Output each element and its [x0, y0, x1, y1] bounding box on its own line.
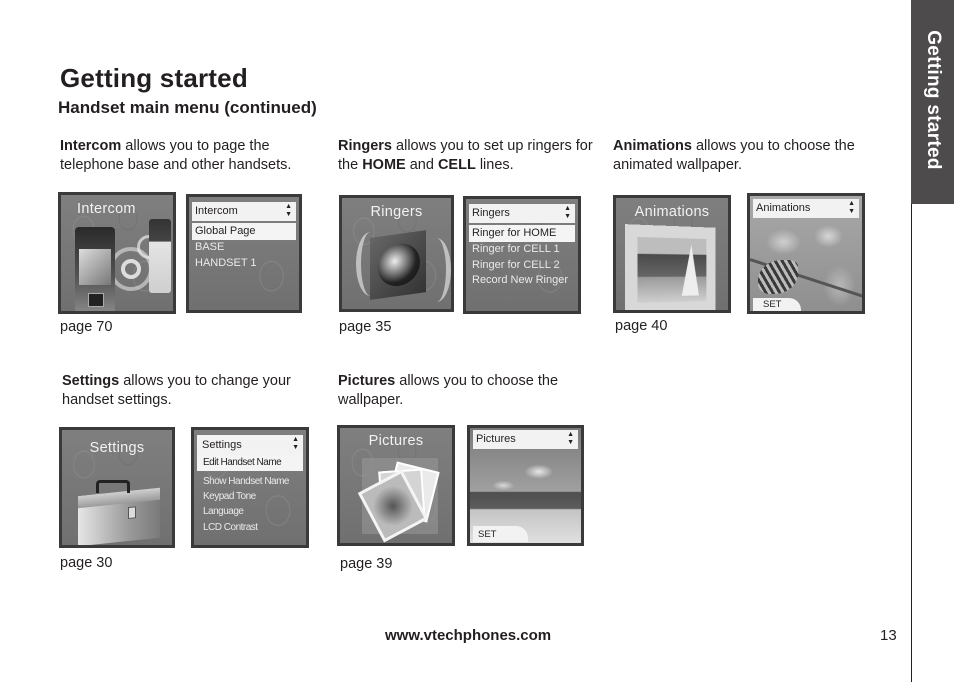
cell-term: CELL	[437, 157, 476, 173]
menu-item[interactable]: Record New Ringer	[469, 273, 575, 289]
pictures-term: Pictures	[338, 373, 396, 389]
menu-item[interactable]: BASE	[192, 240, 296, 256]
cordless-phone-icon	[149, 219, 171, 293]
menu-item[interactable]: Keypad Tone	[197, 489, 303, 504]
intercom-menu-header: Intercom ▲ ▼	[192, 202, 296, 221]
page-subtitle: Handset main menu (continued)	[58, 98, 317, 117]
pictures-wallpaper-screen: Pictures ▲ ▼ SET	[467, 425, 584, 546]
settings-menu-screen: Settings ▲ ▼ Edit Handset Name Show Hands…	[191, 427, 309, 548]
animations-menu-header: Animations ▲ ▼	[753, 199, 859, 218]
menu-item[interactable]: Ringer for CELL 1	[469, 242, 575, 258]
settings-page-ref: page 30	[60, 555, 113, 571]
intercom-page-ref: page 70	[60, 319, 113, 335]
picture-frame-icon	[624, 224, 716, 310]
ringers-text: lines.	[475, 157, 514, 173]
menu-item[interactable]: Ringer for HOME	[469, 225, 575, 242]
ringers-menu-list: Ringer for HOME Ringer for CELL 1 Ringer…	[469, 225, 575, 289]
page-edge-divider	[911, 204, 912, 682]
settings-screen-label: Settings	[89, 440, 145, 456]
ringers-page-ref: page 35	[339, 319, 392, 335]
pictures-page-ref: page 39	[340, 556, 393, 572]
menu-item[interactable]: HANDSET 1	[192, 256, 296, 272]
settings-term: Settings	[62, 373, 120, 389]
ringers-icon-screen: Ringers	[339, 195, 454, 312]
ringers-screen-label: Ringers	[370, 204, 423, 220]
menu-item[interactable]: LCD Contrast	[197, 520, 303, 535]
scroll-arrows-icon: ▲ ▼	[564, 205, 571, 220]
home-term: HOME	[362, 157, 406, 173]
settings-menu-header: Settings ▲ ▼	[197, 435, 303, 455]
intercom-screen-label: Intercom	[77, 201, 136, 217]
intercom-menu-list: Global Page BASE HANDSET 1	[192, 223, 296, 271]
menu-item[interactable]: Ringer for CELL 2	[469, 258, 575, 274]
intercom-term: Intercom	[60, 138, 122, 154]
toolbox-icon	[78, 487, 160, 545]
footer-url[interactable]: www.vtechphones.com	[385, 627, 551, 644]
pictures-description: Pictures allows you to choose the wallpa…	[338, 372, 598, 410]
intercom-description: Intercom allows you to page the telephon…	[60, 137, 320, 175]
animations-term: Animations	[613, 138, 692, 154]
menu-item[interactable]: Edit Handset Name	[197, 455, 303, 471]
ringers-menu-header: Ringers ▲ ▼	[469, 204, 575, 223]
settings-menu-list: Edit Handset Name Show Handset Name Keyp…	[197, 455, 303, 535]
ringers-menu-screen: Ringers ▲ ▼ Ringer for HOME Ringer for CE…	[463, 196, 581, 314]
page-number: 13	[880, 627, 897, 644]
ringers-description: Ringers allows you to set up ringers for…	[338, 137, 598, 175]
menu-item[interactable]: Language	[197, 504, 303, 519]
set-softkey[interactable]: SET	[753, 298, 801, 311]
ringers-text: and	[405, 157, 438, 173]
menu-item[interactable]: Global Page	[192, 223, 296, 240]
pictures-menu-title: Pictures	[476, 433, 516, 445]
scroll-arrows-icon: ▲ ▼	[292, 436, 299, 451]
settings-description: Settings allows you to change your hands…	[62, 372, 322, 410]
animations-icon-screen: Animations	[613, 195, 731, 313]
animations-description: Animations allows you to choose the anim…	[613, 137, 883, 175]
animations-page-ref: page 40	[615, 318, 668, 334]
pictures-screen-label: Pictures	[368, 433, 424, 449]
ringers-term: Ringers	[338, 138, 392, 154]
scroll-arrows-icon: ▲ ▼	[848, 200, 855, 215]
set-softkey[interactable]: SET	[473, 526, 528, 542]
side-tab-label: Getting started	[922, 30, 944, 170]
handset-phone-icon	[75, 227, 115, 311]
pictures-menu-header: Pictures ▲ ▼	[473, 430, 578, 449]
intercom-menu-title: Intercom	[195, 205, 238, 217]
intercom-menu-screen: Intercom ▲ ▼ Global Page BASE HANDSET 1	[186, 194, 302, 313]
page-title: Getting started	[60, 63, 248, 93]
scroll-arrows-icon: ▲ ▼	[285, 203, 292, 218]
settings-icon-screen: Settings	[59, 427, 175, 548]
scroll-arrows-icon: ▲ ▼	[567, 431, 574, 446]
ringers-menu-title: Ringers	[472, 207, 510, 219]
animations-wallpaper-screen: Animations ▲ ▼ SET	[747, 193, 865, 314]
animations-screen-label: Animations	[634, 204, 710, 220]
animations-menu-title: Animations	[756, 202, 811, 214]
settings-menu-title: Settings	[202, 439, 242, 451]
section-side-tab: Getting started	[911, 0, 954, 204]
menu-item[interactable]: Show Handset Name	[197, 474, 303, 489]
intercom-icon-screen: Intercom	[58, 192, 176, 314]
pictures-icon-screen: Pictures	[337, 425, 455, 546]
